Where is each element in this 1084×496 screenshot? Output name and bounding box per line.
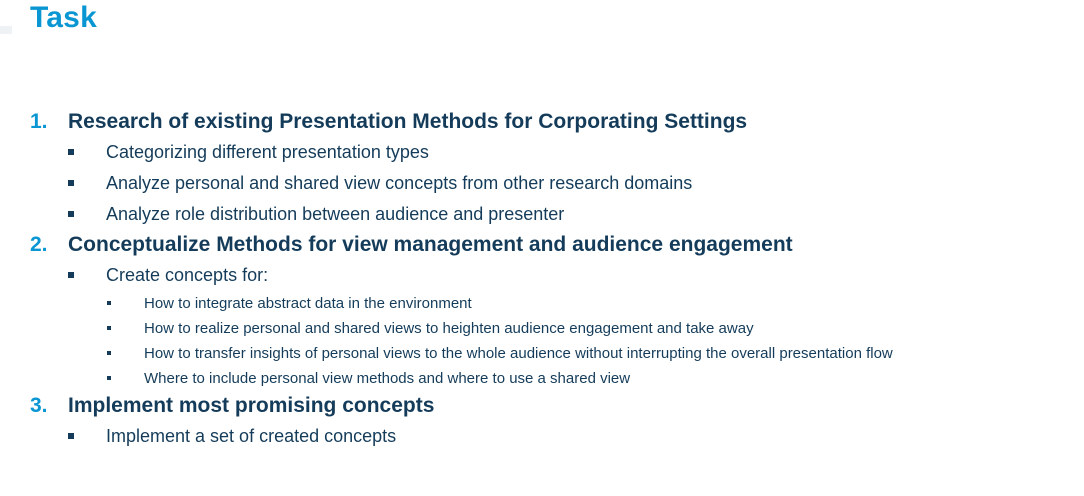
list-item: Categorizing different presentation type… — [30, 137, 1070, 168]
task-title: Conceptualize Methods for view managemen… — [68, 233, 793, 256]
task-number: 2. — [30, 233, 48, 256]
bullet-icon — [107, 326, 111, 330]
sub-list-item: How to transfer insights of personal vie… — [30, 341, 1070, 366]
sub-list-item-text: How to transfer insights of personal vie… — [144, 345, 893, 362]
task-number: 1. — [30, 110, 48, 133]
list-item: Analyze personal and shared view concept… — [30, 168, 1070, 199]
list-item-text: Categorizing different presentation type… — [106, 142, 429, 162]
task-title: Research of existing Presentation Method… — [68, 110, 748, 133]
task-heading: 1. Research of existing Presentation Met… — [30, 107, 1070, 137]
list-item-text: Analyze personal and shared view concept… — [106, 173, 693, 193]
bullet-icon — [68, 211, 74, 217]
bullet-icon — [68, 272, 74, 278]
list-item-text: Implement a set of created concepts — [106, 426, 397, 446]
sub-list-item-text: Where to include personal view methods a… — [144, 370, 631, 387]
list-item-text: Create concepts for: — [106, 265, 269, 285]
task-heading: 2. Conceptualize Methods for view manage… — [30, 230, 1070, 260]
task-1: 1. Research of existing Presentation Met… — [30, 107, 1070, 230]
bullet-icon — [68, 433, 74, 439]
bullet-icon — [107, 301, 111, 305]
bullet-icon — [107, 376, 111, 380]
task-2: 2. Conceptualize Methods for view manage… — [30, 230, 1070, 391]
list-item: Analyze role distribution between audien… — [30, 199, 1070, 230]
sub-list-item: Where to include personal view methods a… — [30, 366, 1070, 391]
task-list: 1. Research of existing Presentation Met… — [30, 107, 1070, 452]
bullet-icon — [107, 351, 111, 355]
task-3: 3. Implement most promising concepts Imp… — [30, 391, 1070, 452]
task-number: 3. — [30, 394, 48, 417]
bullet-icon — [68, 180, 74, 186]
edge-accent — [0, 26, 12, 34]
sub-list-item: How to realize personal and shared views… — [30, 316, 1070, 341]
list-item-text: Analyze role distribution between audien… — [106, 204, 565, 224]
sub-list-item-text: How to integrate abstract data in the en… — [144, 295, 472, 312]
task-title: Implement most promising concepts — [68, 394, 435, 417]
bullet-icon — [68, 149, 74, 155]
task-heading: 3. Implement most promising concepts — [30, 391, 1070, 421]
sub-list-item: How to integrate abstract data in the en… — [30, 291, 1070, 316]
list-item: Create concepts for: — [30, 260, 1070, 291]
slide: Task 1. Research of existing Presentatio… — [0, 0, 1084, 496]
page-title: Task — [30, 1, 97, 34]
list-item: Implement a set of created concepts — [30, 421, 1070, 452]
sub-list-item-text: How to realize personal and shared views… — [144, 320, 754, 337]
